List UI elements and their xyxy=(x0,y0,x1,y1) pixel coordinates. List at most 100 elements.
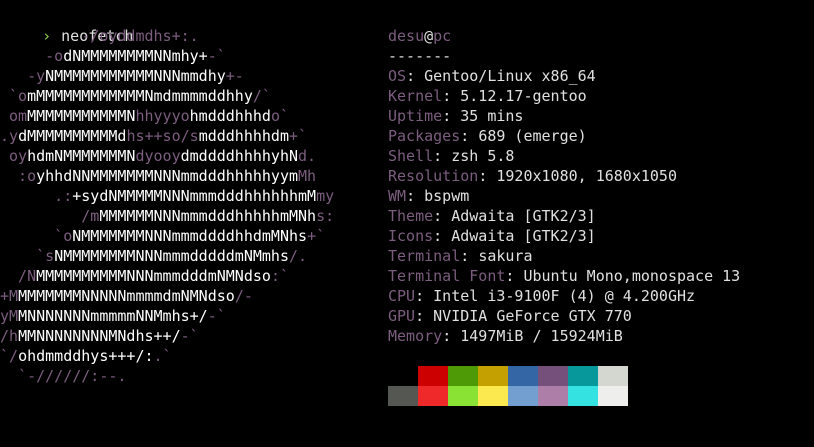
logo-segment: NMMMMMMMMNNNmmmdddddmNMmhs xyxy=(54,247,289,265)
logo-segment: /m xyxy=(0,207,100,225)
logo-segment: `o xyxy=(0,87,28,105)
logo-segment: +` xyxy=(289,127,308,145)
info-key: Kernel xyxy=(388,87,443,105)
terminal-window[interactable]: › neofetch -/oyddmdhs+:. -odNMMMMMMMMNNmh… xyxy=(0,0,814,447)
info-row: Theme: Adwaita [GTK2/3] xyxy=(388,206,740,226)
info-rows: OS: Gentoo/Linux x86_64 Kernel: 5.12.17-g… xyxy=(388,66,740,346)
info-row: Packages: 689 (emerge) xyxy=(388,126,740,146)
color-palette xyxy=(388,366,628,406)
info-colon: : xyxy=(415,307,434,325)
info-row: Terminal: sakura xyxy=(388,246,740,266)
info-value: zsh 5.8 xyxy=(451,147,515,165)
logo-line: -yNMMMMMMMMMMMNNNmmdhy+- xyxy=(0,66,334,86)
logo-segment: Mh xyxy=(298,167,317,185)
info-key: Packages xyxy=(388,127,461,145)
color-swatch xyxy=(598,366,628,386)
logo-segment: `-//////:--. xyxy=(0,367,127,385)
info-value: Intel i3-9100F (4) @ 4.200GHz xyxy=(433,287,696,305)
logo-segment: :` xyxy=(270,267,289,285)
logo-line: `/ohdmmddhys+++/:.` xyxy=(0,346,334,366)
logo-segment: .` xyxy=(153,347,172,365)
palette-normal-row xyxy=(388,366,628,386)
logo-segment: MNNNNNNNmmmmmNNMmhs+/ xyxy=(18,307,208,325)
logo-line: -odNMMMMMMMMNNmhy+-` xyxy=(0,46,334,66)
color-swatch xyxy=(448,366,478,386)
color-swatch xyxy=(538,366,568,386)
logo-segment: MMMMMMMNNNNNmmmmdmNMNdso xyxy=(18,287,235,305)
logo-segment: MMMMMMNNNmmmdddhhhhhmMNh xyxy=(99,207,317,225)
logo-segment: hmdddhhhd xyxy=(189,107,271,125)
logo-line: .:+sydNMMMMMNNNmmmdddhhhhhhmMmy xyxy=(0,186,334,206)
info-key: Memory xyxy=(388,327,443,345)
info-value: 1920x1080, 1680x1050 xyxy=(496,167,677,185)
info-colon: : xyxy=(433,227,452,245)
info-row: WM: bspwm xyxy=(388,186,740,206)
logo-segment: /N xyxy=(0,267,37,285)
info-colon: : xyxy=(442,327,461,345)
logo-line: `oNMMMMMMMNNNmmmddddhhdmMNhs+` xyxy=(0,226,334,246)
logo-line: /mMMMMMMNNNmmmdddhhhhhmMNhs: xyxy=(0,206,334,226)
info-row: Shell: zsh 5.8 xyxy=(388,146,740,166)
info-colon: : xyxy=(433,147,452,165)
logo-segment: -` xyxy=(207,307,226,325)
logo-segment: my xyxy=(316,187,335,205)
color-swatch xyxy=(448,386,478,406)
logo-segment: :o xyxy=(0,167,37,185)
palette-bright-row xyxy=(388,386,628,406)
logo-segment: +` xyxy=(307,227,326,245)
hostname: pc xyxy=(433,27,452,45)
logo-segment: dyooy xyxy=(135,147,181,165)
color-swatch xyxy=(508,386,538,406)
logo-segment: -/oyddmdhs+:. xyxy=(0,27,199,45)
color-swatch xyxy=(568,386,598,406)
username: desu xyxy=(388,27,425,45)
color-swatch xyxy=(388,386,418,406)
info-value: 35 mins xyxy=(460,107,524,125)
logo-line: /NMMMMMMMMMMNNNmmmdddmNMNdso:` xyxy=(0,266,334,286)
logo-segment: hhyyyo xyxy=(135,107,190,125)
logo-segment: s: xyxy=(316,207,335,225)
info-colon: : xyxy=(442,87,461,105)
info-key: CPU xyxy=(388,287,416,305)
logo-segment: +sydNMMMMMNNNmmmdddhhhhhhmM xyxy=(72,187,317,205)
logo-segment: -y xyxy=(0,67,46,85)
info-value: bspwm xyxy=(424,187,470,205)
info-key: OS xyxy=(388,67,407,85)
info-row: OS: Gentoo/Linux x86_64 xyxy=(388,66,740,86)
logo-segment: /- xyxy=(234,287,253,305)
logo-segment: /h xyxy=(0,327,19,345)
info-colon: : xyxy=(505,267,524,285)
info-value: Ubuntu Mono,monospace 13 xyxy=(523,267,741,285)
logo-line: /hMMNNNNNNNNMNdhs++/-` xyxy=(0,326,334,346)
logo-segment: MMMMMMMMMMMN xyxy=(27,107,136,125)
logo-line: oyhdmNMMMMMMMNdyooydmddddhhhhyhNd. xyxy=(0,146,334,166)
info-colon: : xyxy=(478,167,497,185)
logo-segment: NMMMMMMMNNNmmmddddhhdmMNhs xyxy=(72,227,308,245)
color-swatch xyxy=(568,366,598,386)
logo-segment: mdddhhhhdm xyxy=(198,127,289,145)
logo-segment: NMMMMMMMMMMMNNNmmdhy xyxy=(45,67,226,85)
info-key: Theme xyxy=(388,207,434,225)
info-row: Memory: 1497MiB / 15924MiB xyxy=(388,326,740,346)
logo-segment: /. xyxy=(289,247,308,265)
info-row: GPU: NVIDIA GeForce GTX 770 xyxy=(388,306,740,326)
info-row: CPU: Intel i3-9100F (4) @ 4.200GHz xyxy=(388,286,740,306)
title-separator: ------- xyxy=(388,47,452,65)
info-colon: : xyxy=(460,127,479,145)
logo-segment: yM xyxy=(0,307,19,325)
info-key: WM xyxy=(388,187,407,205)
logo-segment: `s xyxy=(0,247,55,265)
logo-segment: dmddddhhhhyhN xyxy=(180,147,299,165)
user-host-title: desu@pc xyxy=(388,26,740,46)
logo-line: yMMNNNNNNNmmmmmNNMmhs+/-` xyxy=(0,306,334,326)
color-swatch xyxy=(478,366,508,386)
info-colon: : xyxy=(442,107,461,125)
logo-segment: yhhdNNMMMMMMMNNNmmdddhhhhhyym xyxy=(36,167,299,185)
logo-line: `sNMMMMMMMMNNNmmmdddddmNMmhs/. xyxy=(0,246,334,266)
info-colon: : xyxy=(433,207,452,225)
info-colon: : xyxy=(406,187,425,205)
info-row: Kernel: 5.12.17-gentoo xyxy=(388,86,740,106)
info-colon: : xyxy=(460,247,479,265)
color-swatch xyxy=(538,386,568,406)
logo-segment: dNMMMMMMMMNNmhy+ xyxy=(63,47,208,65)
